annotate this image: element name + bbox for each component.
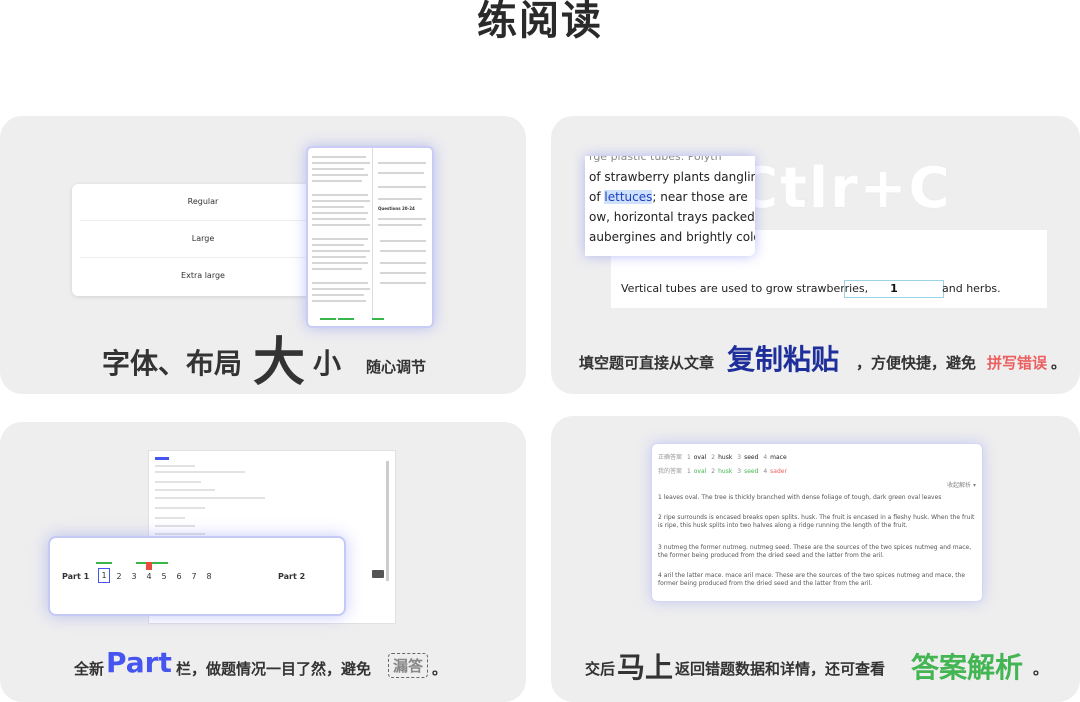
sentence-after-blank: and herbs. (942, 282, 1001, 295)
question-number[interactable]: 6 (174, 572, 184, 581)
question-number[interactable]: 2 (114, 572, 124, 581)
selected-word[interactable]: lettuces (604, 190, 653, 204)
font-size-menu: Regular Large Extra large (72, 184, 334, 296)
card3-caption-box: 漏答 (388, 653, 429, 678)
part2-tab[interactable]: Part 2 (278, 572, 305, 581)
passage-line: aubergines and brightly colou (589, 230, 755, 244)
card4-caption-a: 交后 (585, 660, 616, 678)
card4-caption-big: 马上 (617, 651, 674, 684)
card1-caption-a: 字体、布局 (102, 347, 243, 380)
tablet-preview: Questions 20-24 (306, 146, 434, 328)
page-title: 练阅读 (477, 0, 603, 44)
questions-heading: Questions 20-24 (378, 206, 415, 211)
correct-answers-row: 正确答案 1 oval 2 husk 3 seed 4 mace (658, 454, 787, 461)
card1-caption-c: 随心调节 (366, 358, 427, 376)
feature-card-part-bar: Part 1 1 2 3 4 5 6 7 8 Part 2 全新 Part 栏，… (0, 422, 526, 702)
question-number[interactable]: 1 (98, 568, 110, 583)
bookmark-icon (146, 562, 152, 570)
passage-line: ow, horizontal trays packed no (589, 210, 755, 224)
passage-excerpt: rge plastic tubes. Polyth of strawberry … (585, 156, 755, 256)
question-number[interactable]: 5 (159, 572, 169, 581)
question-number[interactable]: 3 (129, 572, 139, 581)
size-option-large[interactable]: Large (80, 221, 326, 258)
question-number[interactable]: 4 (144, 572, 154, 581)
explanation-item: 1 leaves oval. The tree is thickly branc… (658, 494, 942, 501)
card3-caption-b: 栏，做题情况一目了然，避免 (176, 660, 372, 678)
ctrl-c-watermark: Ctlr+C (737, 156, 952, 221)
card2-caption-end: 。 (1051, 354, 1067, 372)
size-option-regular[interactable]: Regular (80, 184, 326, 221)
part-navigation-bar: Part 1 1 2 3 4 5 6 7 8 Part 2 (48, 536, 384, 616)
passage-line: of lettuces; near those are (589, 190, 748, 204)
explanation-item: 3 nutmeg the former nutmeg. nutmeg seed.… (658, 544, 972, 559)
feature-card-font-size: Regular Large Extra large Questions 20-2… (0, 116, 526, 394)
card3-caption-end: 。 (432, 660, 448, 678)
feature-card-copy-paste: Ctlr+C Vertical tubes are used to grow s… (551, 116, 1080, 394)
size-option-extra-large[interactable]: Extra large (80, 258, 326, 294)
card2-caption-b: ，方便快捷，避免 (856, 354, 977, 372)
card2-caption-big: 复制粘贴 (727, 343, 840, 376)
feature-card-answers: 正确答案 1 oval 2 husk 3 seed 4 mace 我的答案 1 oval … (551, 416, 1080, 702)
card2-caption-red: 拼写错误 (987, 354, 1048, 372)
answer-result-panel: 正确答案 1 oval 2 husk 3 seed 4 mace 我的答案 1 oval … (651, 443, 983, 602)
question-number[interactable]: 7 (189, 572, 199, 581)
card1-caption-b: 小 (313, 347, 342, 380)
question-number[interactable]: 8 (204, 572, 214, 581)
card3-caption-a: 全新 (74, 660, 105, 678)
card4-caption-b: 返回错题数据和详情，还可查看 (675, 660, 886, 678)
passage-line: of strawberry plants dangling d (589, 170, 755, 184)
blank-answer-input[interactable]: 1 (844, 280, 944, 298)
card4-caption-green: 答案解析 (911, 651, 1024, 684)
collapse-analysis-toggle[interactable]: 收起解析 ▾ (947, 480, 976, 489)
card4-caption-end: 。 (1033, 660, 1049, 678)
my-answers-row: 我的答案 1 oval 2 husk 3 seed 4 sader (658, 468, 787, 475)
explanation-item: 2 ripe surrounds is encased breaks open … (658, 514, 975, 529)
sentence-before-blank: Vertical tubes are used to grow strawber… (621, 282, 869, 295)
card2-caption-a: 填空题可直接从文章 (579, 354, 715, 372)
card1-caption-big: 大 (253, 333, 306, 393)
next-arrow-icon[interactable] (372, 570, 384, 578)
card3-caption-big: Part (106, 646, 172, 679)
explanation-item: 4 aril the latter mace. mace aril mace. … (658, 572, 966, 587)
part1-tab[interactable]: Part 1 (62, 572, 89, 581)
